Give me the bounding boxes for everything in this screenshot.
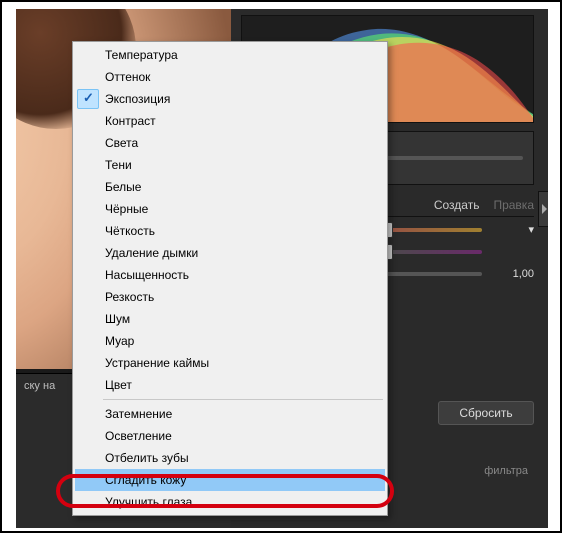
menu-item-label: Устранение каймы <box>105 356 209 370</box>
slider-chevron-1[interactable]: ▾ <box>490 223 534 236</box>
menu-item-label: Муар <box>105 334 134 348</box>
menu-item-label: Насыщенность <box>105 268 189 282</box>
menu-item-13[interactable]: Муар <box>75 330 385 352</box>
menu-item-label: Цвет <box>105 378 132 392</box>
reset-button[interactable]: Сбросить <box>438 401 534 425</box>
menu-item-label: Шум <box>105 312 130 326</box>
slider-value-3: 1,00 <box>490 268 534 280</box>
menu-preset-4[interactable]: Улучшить глаза <box>75 491 385 513</box>
menu-item-15[interactable]: Цвет <box>75 374 385 396</box>
menu-item-6[interactable]: Белые <box>75 176 385 198</box>
menu-preset-2[interactable]: Отбелить зубы <box>75 447 385 469</box>
menu-item-label: Белые <box>105 180 141 194</box>
menu-item-9[interactable]: Удаление дымки <box>75 242 385 264</box>
menu-item-label: Улучшить глаза <box>105 495 192 509</box>
menu-item-3[interactable]: Контраст <box>75 110 385 132</box>
menu-item-7[interactable]: Чёрные <box>75 198 385 220</box>
menu-preset-0[interactable]: Затемнение <box>75 403 385 425</box>
menu-item-10[interactable]: Насыщенность <box>75 264 385 286</box>
app-window: ску на Создать Правка ия <box>16 9 548 528</box>
menu-separator <box>103 399 383 400</box>
menu-item-label: Резкость <box>105 290 154 304</box>
menu-item-5[interactable]: Тени <box>75 154 385 176</box>
menu-item-1[interactable]: Оттенок <box>75 66 385 88</box>
menu-item-label: Контраст <box>105 114 156 128</box>
menu-item-label: Чёткость <box>105 224 155 238</box>
menu-item-14[interactable]: Устранение каймы <box>75 352 385 374</box>
menu-item-label: Оттенок <box>105 70 150 84</box>
menu-item-label: Сгладить кожу <box>105 473 186 487</box>
menu-item-8[interactable]: Чёткость <box>75 220 385 242</box>
menu-preset-3[interactable]: Сгладить кожу <box>75 469 385 491</box>
menu-item-label: Температура <box>105 48 178 62</box>
tab-edit[interactable]: Правка <box>493 198 534 212</box>
check-indicator <box>77 89 99 109</box>
tab-create[interactable]: Создать <box>434 198 480 212</box>
menu-item-4[interactable]: Света <box>75 132 385 154</box>
panel-expander[interactable] <box>538 191 548 227</box>
menu-item-label: Удаление дымки <box>105 246 198 260</box>
menu-item-label: Затемнение <box>105 407 172 421</box>
menu-item-label: Тени <box>105 158 132 172</box>
reset-button-label: Сбросить <box>459 406 512 420</box>
photo-caption-text: ску на <box>24 380 55 392</box>
menu-item-0[interactable]: Температура <box>75 44 385 66</box>
menu-preset-1[interactable]: Осветление <box>75 425 385 447</box>
effect-context-menu: Температура Оттенок Экспозиция Контраст Свет… <box>72 41 388 516</box>
menu-item-label: Света <box>105 136 138 150</box>
menu-item-label: Экспозиция <box>105 92 170 106</box>
menu-item-12[interactable]: Шум <box>75 308 385 330</box>
menu-item-label: Чёрные <box>105 202 148 216</box>
menu-item-11[interactable]: Резкость <box>75 286 385 308</box>
filter-hint: фильтра <box>484 465 528 477</box>
menu-item-2[interactable]: Экспозиция <box>75 88 385 110</box>
menu-item-label: Отбелить зубы <box>105 451 189 465</box>
menu-item-label: Осветление <box>105 429 172 443</box>
